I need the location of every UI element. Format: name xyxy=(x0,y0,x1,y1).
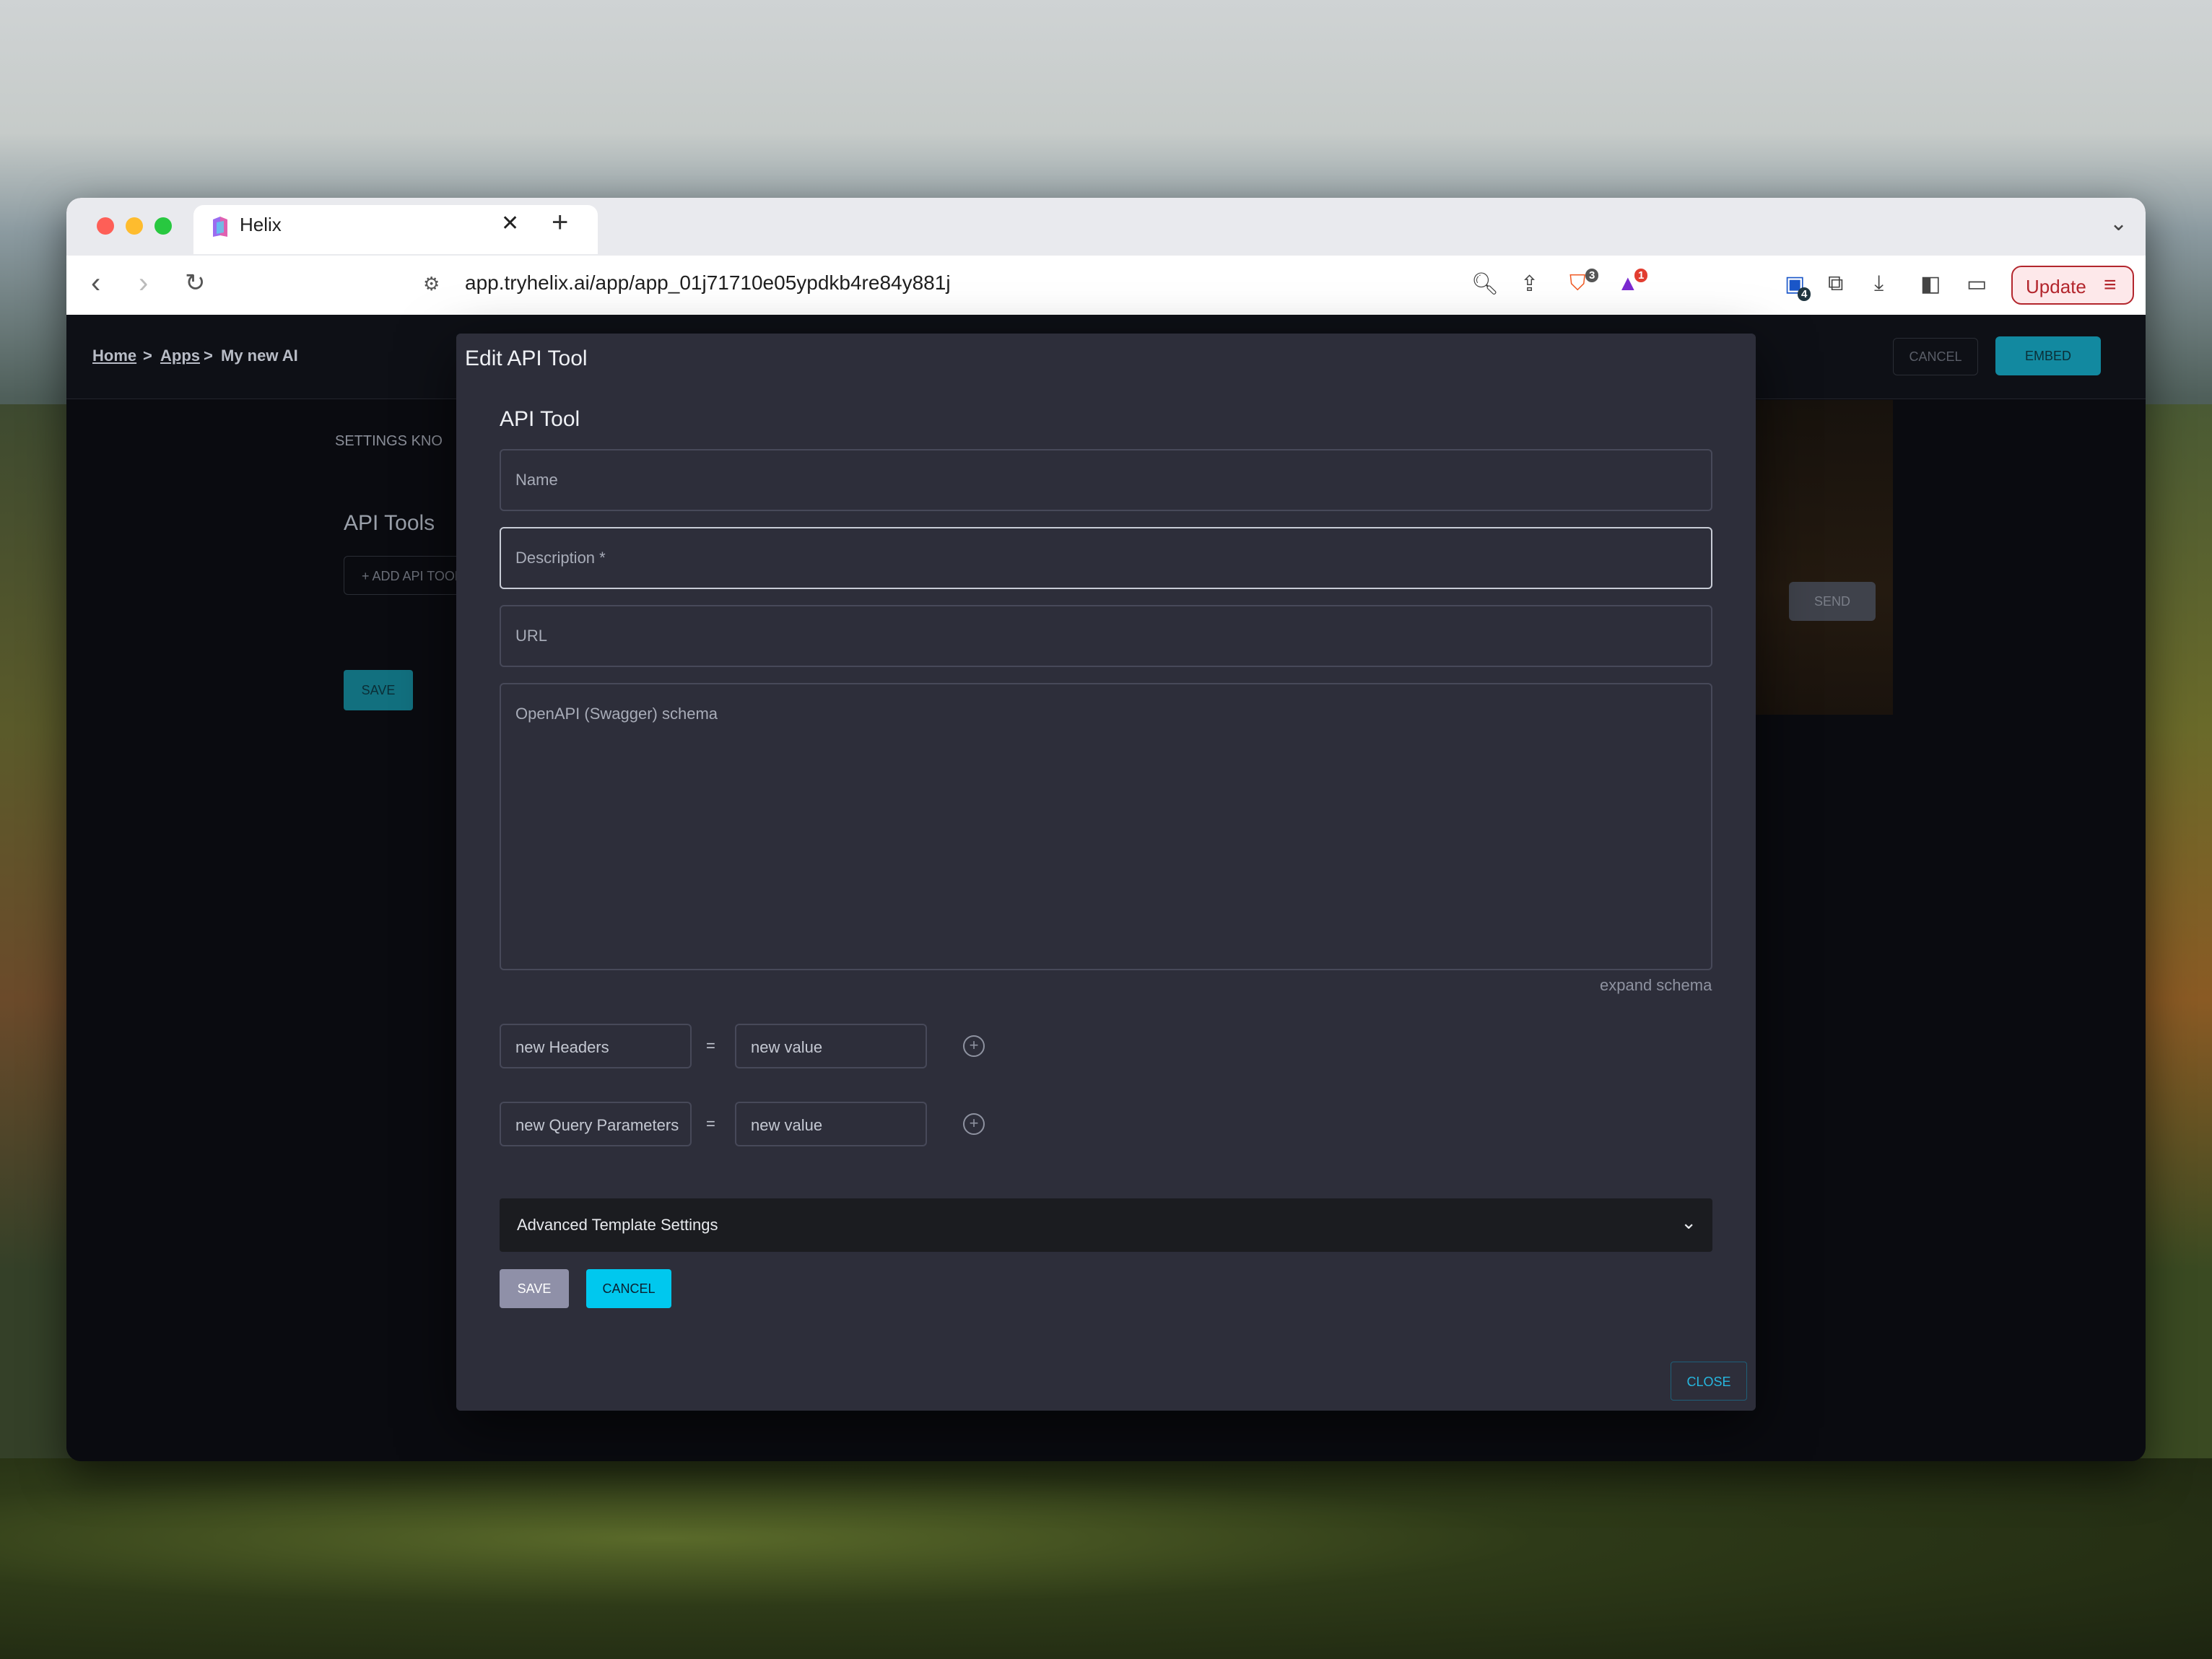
close-button[interactable]: CLOSE xyxy=(1671,1362,1747,1401)
site-settings-icon[interactable]: ⚙ xyxy=(423,273,440,295)
breadcrumb-separator: > xyxy=(143,347,152,365)
query-key-placeholder: new Query Parameters xyxy=(515,1116,679,1134)
query-value-placeholder: new value xyxy=(751,1116,823,1134)
helix-app: Home > Apps > My new AI CANCEL EMBED SET… xyxy=(66,315,2146,1461)
send-button[interactable]: SEND xyxy=(1789,582,1876,621)
equals-sign: = xyxy=(706,1037,715,1055)
brave-rewards-badge: 1 xyxy=(1634,269,1648,282)
description-field[interactable]: Description * xyxy=(500,527,1712,589)
desktop-wallpaper-right xyxy=(2140,404,2212,1487)
extension-badge: 4 xyxy=(1798,287,1811,301)
schema-textarea[interactable]: OpenAPI (Swagger) schema xyxy=(500,683,1712,970)
browser-window: Helix ✕ + ⌄ ‹ › ↻ ⚙ app.tryhelix.ai/app/… xyxy=(66,198,2146,1461)
advanced-template-settings-accordion[interactable]: Advanced Template Settings ⌄ xyxy=(500,1198,1712,1252)
tab-title: Helix xyxy=(240,214,282,235)
desktop-wallpaper-bottom xyxy=(0,1458,2212,1659)
update-button[interactable]: Update ≡ xyxy=(2011,266,2134,305)
breadcrumb-separator: > xyxy=(204,347,213,365)
url-field[interactable]: URL xyxy=(500,605,1712,667)
header-cancel-button[interactable]: CANCEL xyxy=(1893,338,1978,375)
update-label: Update xyxy=(2026,276,2086,297)
menu-icon: ≡ xyxy=(2104,273,2117,297)
save-button[interactable]: SAVE xyxy=(500,1269,569,1308)
desktop-wallpaper-left xyxy=(0,404,72,1487)
query-key-input[interactable]: new Query Parameters xyxy=(500,1102,692,1146)
query-value-input[interactable]: new value xyxy=(735,1102,927,1146)
cancel-button[interactable]: CANCEL xyxy=(586,1269,671,1308)
window-zoom-button[interactable] xyxy=(154,217,172,235)
brave-shields-icon[interactable]: ⛉ xyxy=(1569,271,1586,296)
chevron-down-icon: ⌄ xyxy=(1681,1211,1697,1233)
back-arrow-icon[interactable]: ‹ xyxy=(91,267,100,300)
schema-placeholder: OpenAPI (Swagger) schema xyxy=(515,705,718,723)
forward-arrow-icon[interactable]: › xyxy=(139,267,148,300)
header-key-input[interactable]: new Headers xyxy=(500,1024,692,1068)
advanced-settings-label: Advanced Template Settings xyxy=(517,1216,718,1234)
reload-icon[interactable]: ↻ xyxy=(185,269,206,297)
new-tab-button[interactable]: + xyxy=(552,206,568,239)
embed-button[interactable]: EMBED xyxy=(1995,336,2101,375)
add-api-tool-button[interactable]: + ADD API TOOL xyxy=(344,556,466,595)
download-icon[interactable]: ⤓ xyxy=(1874,271,1884,296)
name-field[interactable]: Name xyxy=(500,449,1712,511)
share-icon[interactable]: ⇪ xyxy=(1520,271,1538,297)
tab-strip: Helix ✕ + ⌄ xyxy=(66,198,2146,256)
url-text[interactable]: app.tryhelix.ai/app/app_01j71710e05ypdkb… xyxy=(465,271,951,295)
description-placeholder: Description * xyxy=(515,549,606,567)
browser-toolbar: ‹ › ↻ ⚙ app.tryhelix.ai/app/app_01j71710… xyxy=(66,256,2146,315)
api-tools-heading: API Tools xyxy=(344,511,435,535)
url-placeholder: URL xyxy=(515,627,548,645)
page-save-button[interactable]: SAVE xyxy=(344,670,413,710)
edit-api-tool-dialog: Edit API Tool API Tool Name Description … xyxy=(456,334,1756,1411)
equals-sign: = xyxy=(706,1115,715,1133)
wallet-icon[interactable]: ▭ xyxy=(1967,271,1987,297)
expand-schema-link[interactable]: expand schema xyxy=(1600,976,1712,995)
header-value-input[interactable]: new value xyxy=(735,1024,927,1068)
section-title: API Tool xyxy=(500,407,580,431)
window-minimize-button[interactable] xyxy=(126,217,143,235)
tab-close-icon[interactable]: ✕ xyxy=(501,211,519,236)
breadcrumb-apps[interactable]: Apps xyxy=(160,347,200,365)
settings-tabs[interactable]: SETTINGS KNO xyxy=(335,433,443,450)
helix-logo-icon xyxy=(213,217,227,237)
tab-search-chevron-icon[interactable]: ⌄ xyxy=(2109,211,2128,236)
breadcrumb-home[interactable]: Home xyxy=(92,347,136,365)
dialog-title: Edit API Tool xyxy=(465,347,588,370)
header-value-placeholder: new value xyxy=(751,1038,823,1056)
sidebar-icon[interactable]: ◧ xyxy=(1920,271,1941,297)
zoom-icon[interactable]: 🔍︎ xyxy=(1471,271,1499,297)
add-header-icon[interactable]: + xyxy=(963,1035,985,1057)
extensions-puzzle-icon[interactable]: ⧉ xyxy=(1828,271,1843,296)
header-key-placeholder: new Headers xyxy=(515,1038,609,1056)
breadcrumb-current: My new AI xyxy=(221,347,298,365)
brave-shields-badge: 3 xyxy=(1585,269,1599,282)
window-close-button[interactable] xyxy=(97,217,114,235)
add-query-param-icon[interactable]: + xyxy=(963,1113,985,1135)
name-placeholder: Name xyxy=(515,471,558,489)
preview-panel xyxy=(1751,400,1893,715)
